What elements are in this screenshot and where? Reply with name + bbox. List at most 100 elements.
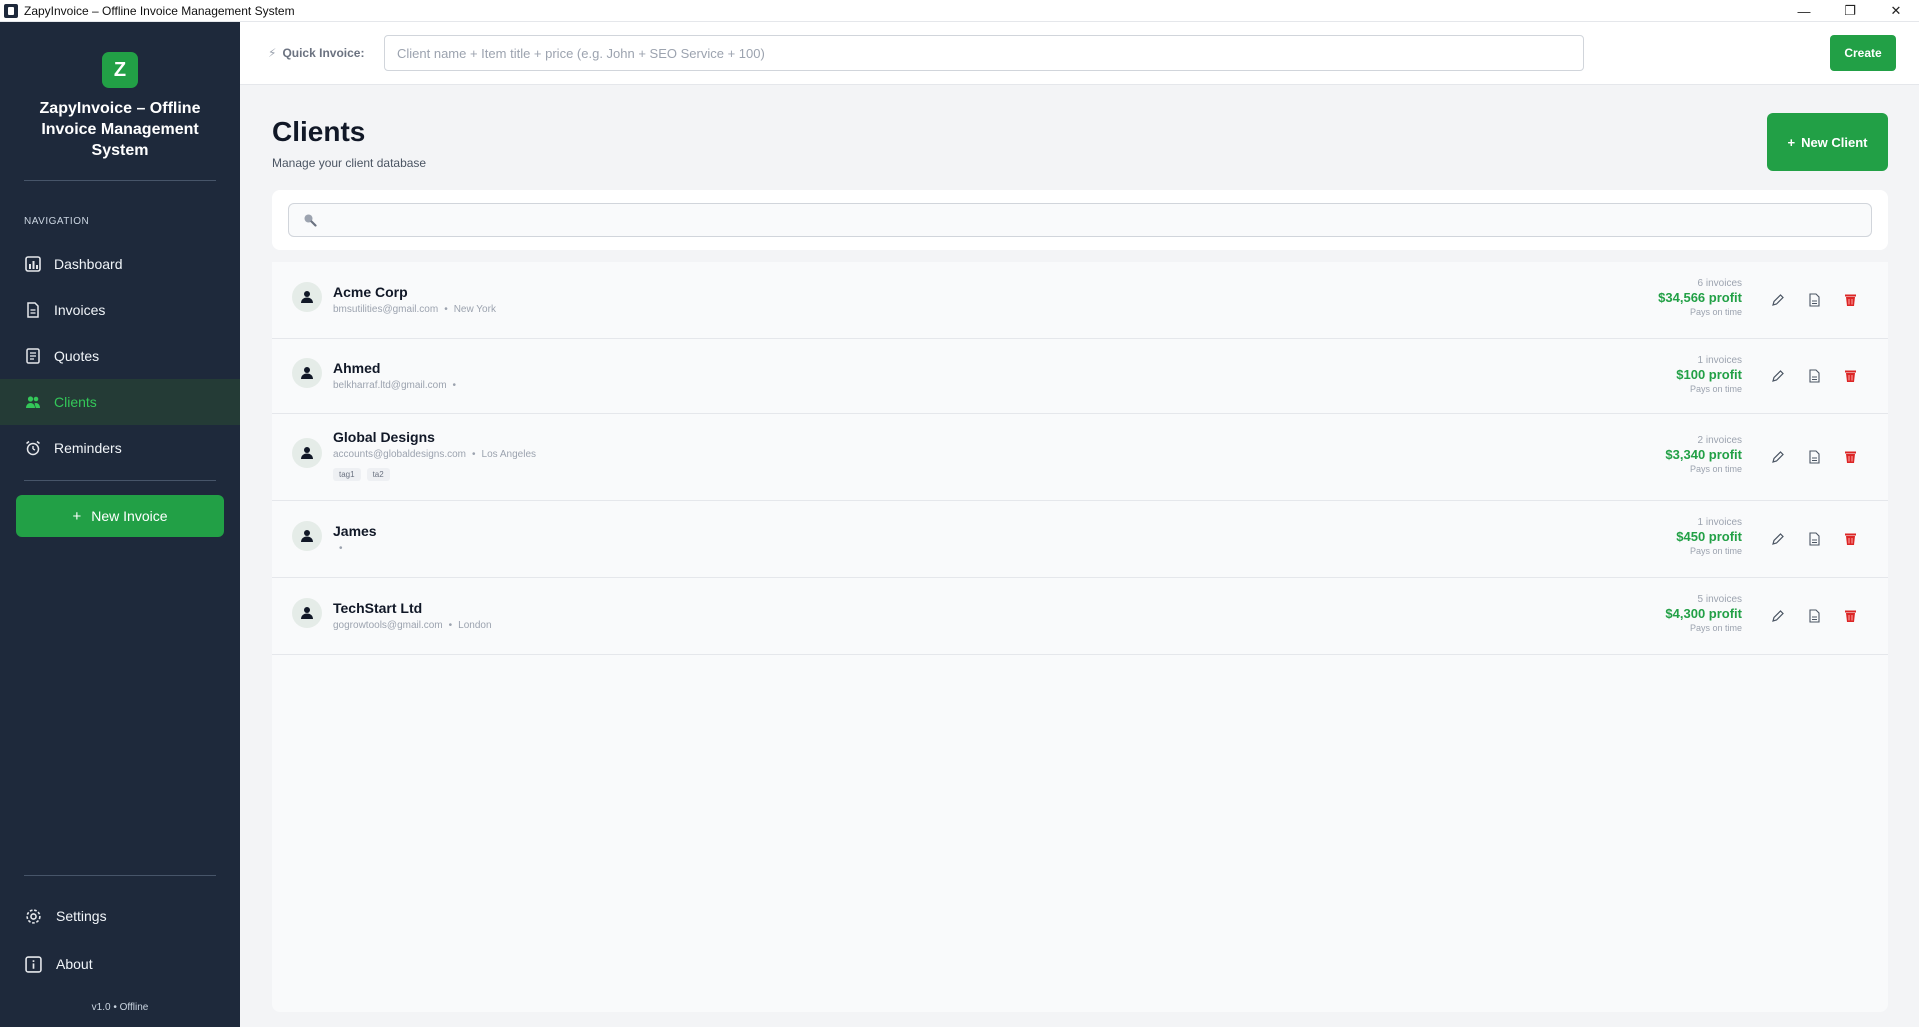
client-row[interactable]: James • 1 invoices $450 profit Pays on t… <box>272 501 1888 578</box>
quick-invoice-input[interactable] <box>384 35 1584 71</box>
payment-status: Pays on time <box>1689 384 1742 394</box>
document-icon[interactable] <box>1806 368 1822 384</box>
about-button[interactable]: About <box>0 944 240 984</box>
client-row[interactable]: TechStart Ltd gogrowtools@gmail.com • Lond… <box>272 578 1888 655</box>
sidebar-item-invoices[interactable]: Invoices <box>0 287 240 333</box>
sidebar-item-label: Invoices <box>54 302 106 318</box>
window-titlebar: ZapyInvoice – Offline Invoice Management… <box>0 0 1919 22</box>
window-title: ZapyInvoice – Offline Invoice Management… <box>24 3 295 18</box>
edit-icon[interactable] <box>1770 608 1786 624</box>
trash-icon[interactable] <box>1842 292 1858 308</box>
sidebar-item-clients[interactable]: Clients <box>0 379 240 425</box>
client-row[interactable]: Global Designs accounts@globaldesigns.co… <box>272 414 1888 501</box>
create-button[interactable]: Create <box>1830 35 1896 71</box>
document-icon[interactable] <box>1806 292 1822 308</box>
maximize-button[interactable]: ❐ <box>1827 0 1873 22</box>
meta-separator: • <box>444 304 448 315</box>
client-tag: tag1 <box>333 468 361 481</box>
gear-icon <box>24 907 42 925</box>
quick-invoice-bar: ⚡ Quick Invoice: Create <box>240 22 1919 85</box>
client-list: Acme Corp bmsutilities@gmail.com • New Yor… <box>272 262 1888 1012</box>
document-icon[interactable] <box>1806 608 1822 624</box>
plus-icon: + <box>72 507 82 525</box>
meta-separator: • <box>339 543 343 554</box>
edit-icon[interactable] <box>1770 449 1786 465</box>
row-actions <box>1770 292 1858 308</box>
sidebar-item-label: Dashboard <box>54 256 123 272</box>
trash-icon[interactable] <box>1842 449 1858 465</box>
search-card <box>272 190 1888 250</box>
quick-invoice-label-text: Quick Invoice: <box>282 46 365 60</box>
new-client-label: New Client <box>1801 134 1868 150</box>
invoice-icon <box>24 301 42 319</box>
minimize-button[interactable]: — <box>1781 0 1827 22</box>
close-button[interactable]: ✕ <box>1873 0 1919 22</box>
search-icon <box>303 213 317 232</box>
new-invoice-button[interactable]: + New Invoice <box>16 495 224 537</box>
users-icon <box>24 393 42 411</box>
app-icon <box>4 3 18 18</box>
invoice-count: 6 invoices <box>1697 278 1742 289</box>
client-profit: $100 profit <box>1676 367 1742 382</box>
sidebar-item-label: Quotes <box>54 348 100 364</box>
dashboard-icon <box>24 255 42 273</box>
quote-icon <box>24 347 42 365</box>
client-stats: 5 invoices $4,300 profit Pays on time <box>1665 594 1742 633</box>
edit-icon[interactable] <box>1770 292 1786 308</box>
invoice-count: 5 invoices <box>1697 594 1742 605</box>
trash-icon[interactable] <box>1842 368 1858 384</box>
client-stats: 1 invoices $100 profit Pays on time <box>1676 355 1742 394</box>
client-tag: ta2 <box>366 468 390 481</box>
trash-icon[interactable] <box>1842 608 1858 624</box>
settings-label: Settings <box>56 908 107 924</box>
client-meta: bmsutilities@gmail.com • New York <box>333 304 496 315</box>
user-icon <box>292 598 322 628</box>
meta-separator: • <box>472 449 476 460</box>
client-name: Global Designs <box>333 429 435 445</box>
client-row[interactable]: Acme Corp bmsutilities@gmail.com • New Yor… <box>272 262 1888 339</box>
trash-icon[interactable] <box>1842 531 1858 547</box>
client-row[interactable]: Ahmed belkharraf.ltd@gmail.com • 1 invoic… <box>272 339 1888 414</box>
settings-button[interactable]: Settings <box>0 896 240 936</box>
user-icon <box>292 521 322 551</box>
client-meta: belkharraf.ltd@gmail.com • <box>333 380 462 391</box>
client-location: London <box>458 620 492 631</box>
new-invoice-label: New Invoice <box>91 508 168 524</box>
client-meta: • <box>333 543 349 554</box>
client-profit: $4,300 profit <box>1665 606 1742 621</box>
invoice-count: 1 invoices <box>1697 355 1742 366</box>
sidebar-divider <box>24 480 216 481</box>
client-meta: gogrowtools@gmail.com • London <box>333 620 492 631</box>
client-stats: 6 invoices $34,566 profit Pays on time <box>1658 278 1742 317</box>
sidebar-item-quotes[interactable]: Quotes <box>0 333 240 379</box>
client-tags: tag1 ta2 <box>333 468 390 481</box>
sidebar-item-label: Reminders <box>54 440 122 456</box>
sidebar-item-dashboard[interactable]: Dashboard <box>0 241 240 287</box>
user-icon <box>292 358 322 388</box>
document-icon[interactable] <box>1806 531 1822 547</box>
client-name: James <box>333 523 377 539</box>
new-client-button[interactable]: + New Client <box>1767 113 1888 171</box>
payment-status: Pays on time <box>1689 464 1742 474</box>
client-location: New York <box>453 304 496 315</box>
payment-status: Pays on time <box>1689 623 1742 633</box>
info-icon <box>24 955 42 973</box>
row-actions <box>1770 449 1858 465</box>
search-input[interactable] <box>288 203 1872 237</box>
sidebar-item-label: Clients <box>54 394 97 410</box>
edit-icon[interactable] <box>1770 531 1786 547</box>
client-profit: $450 profit <box>1676 529 1742 544</box>
invoice-count: 2 invoices <box>1697 435 1742 446</box>
edit-icon[interactable] <box>1770 368 1786 384</box>
page-subtitle: Manage your client database <box>272 156 427 170</box>
client-meta: accounts@globaldesigns.com • Los Angeles <box>333 449 536 460</box>
nav-heading: NAVIGATION <box>24 216 90 227</box>
quick-invoice-label: ⚡ Quick Invoice: <box>268 46 364 60</box>
window-controls: — ❐ ✕ <box>1781 0 1919 22</box>
sidebar-item-reminders[interactable]: Reminders <box>0 425 240 471</box>
client-name: Ahmed <box>333 360 381 376</box>
document-icon[interactable] <box>1806 449 1822 465</box>
meta-separator: • <box>452 380 457 391</box>
plus-icon: + <box>1787 134 1796 150</box>
client-stats: 1 invoices $450 profit Pays on time <box>1676 517 1742 556</box>
